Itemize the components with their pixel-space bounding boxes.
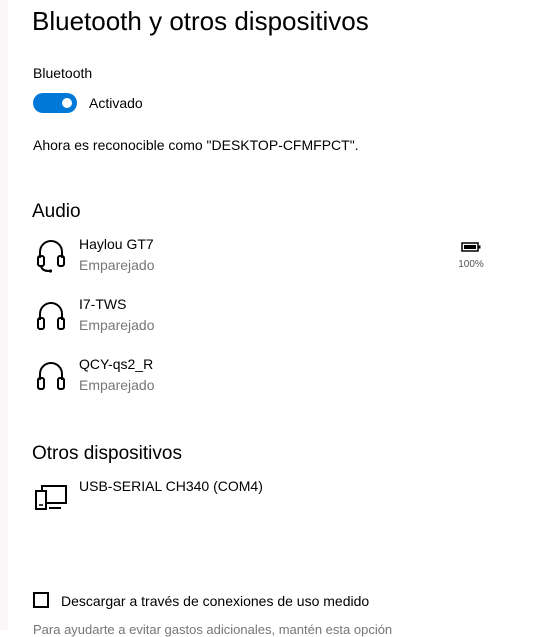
toggle-knob	[62, 98, 72, 108]
bluetooth-toggle[interactable]	[33, 93, 77, 113]
device-status: Emparejado	[79, 257, 155, 273]
audio-device-i7-tws[interactable]: I7-TWS Emparejado	[33, 296, 483, 344]
battery-percent: 100%	[458, 259, 484, 270]
headphones-icon	[37, 362, 65, 390]
audio-device-haylou[interactable]: Haylou GT7 Emparejado 100%	[33, 236, 484, 284]
other-devices-section-title: Otros dispositivos	[32, 443, 182, 464]
battery-icon	[461, 242, 481, 252]
audio-section-title: Audio	[32, 201, 81, 222]
devices-icon	[35, 485, 67, 510]
other-device-usb-serial[interactable]: USB-SERIAL CH340 (COM4)	[33, 478, 483, 526]
metered-download-checkbox[interactable]	[33, 592, 49, 608]
headphones-icon	[37, 302, 65, 330]
bluetooth-toggle-state: Activado	[89, 95, 143, 111]
metered-download-label: Descargar a través de conexiones de uso …	[61, 593, 370, 609]
device-name: I7-TWS	[79, 296, 127, 312]
audio-device-qcy[interactable]: QCY-qs2_R Emparejado	[33, 356, 483, 404]
device-status: Emparejado	[79, 317, 155, 333]
headset-icon	[37, 240, 65, 273]
device-name: USB-SERIAL CH340 (COM4)	[79, 478, 263, 494]
discoverable-text: Ahora es reconocible como "DESKTOP-CFMFP…	[33, 137, 359, 153]
bluetooth-label: Bluetooth	[33, 65, 93, 81]
battery-indicator: 100%	[451, 239, 491, 270]
device-name: QCY-qs2_R	[79, 356, 154, 372]
device-name: Haylou GT7	[79, 236, 154, 252]
left-strip	[0, 0, 8, 630]
device-status: Emparejado	[79, 377, 155, 393]
page-title: Bluetooth y otros dispositivos	[32, 6, 369, 36]
